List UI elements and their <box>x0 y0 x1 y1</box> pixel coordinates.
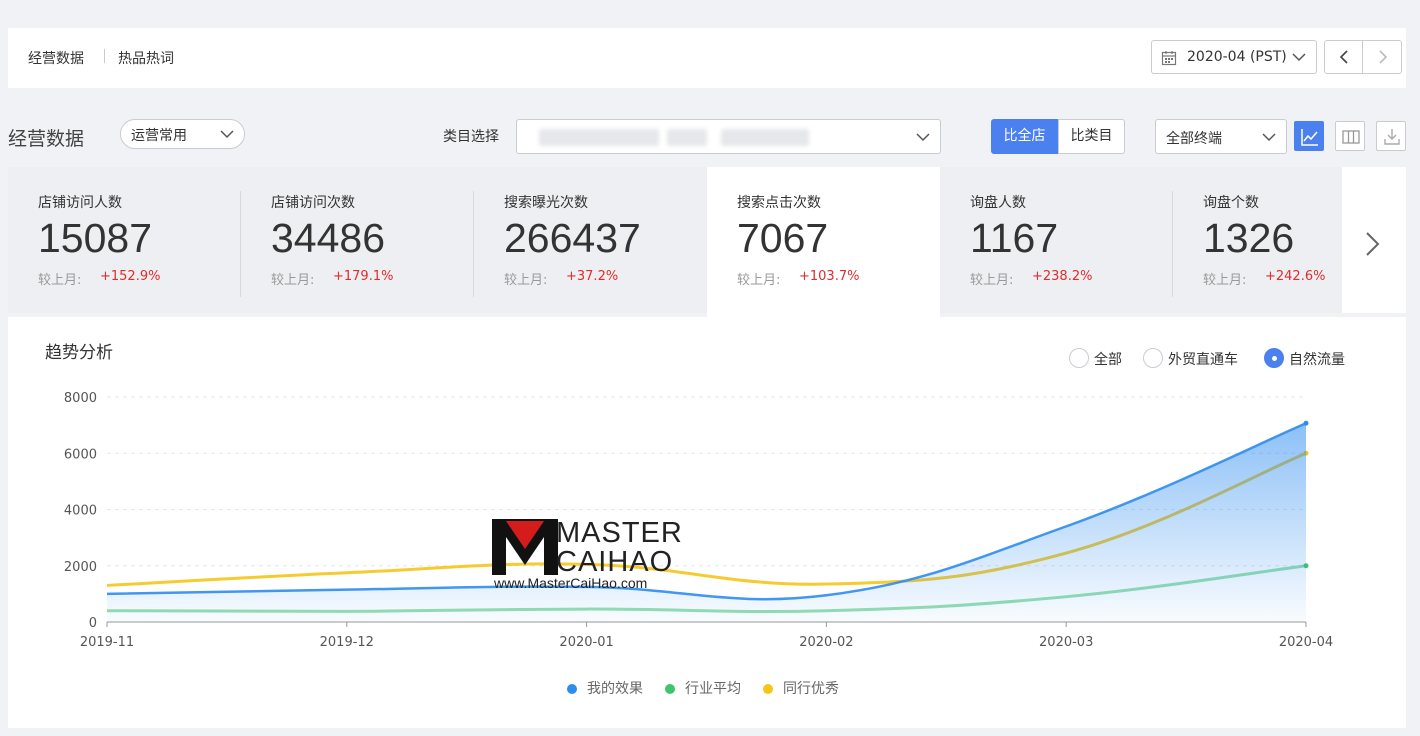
metric-card-search-clicks[interactable]: 搜索点击次数 7067 较上月: +103.7% <box>707 167 940 317</box>
calendar-icon <box>1161 51 1177 66</box>
top-bar: 经营数据 热品热词 2020-04 (PST) <box>8 28 1406 88</box>
tab-business-data[interactable]: 经营数据 <box>28 48 84 68</box>
metric-card-store-visits[interactable]: 店铺访问次数 34486 较上月: +179.1% <box>241 167 474 313</box>
metric-cards: 店铺访问人数 15087 较上月: +152.9% 店铺访问次数 34486 较… <box>8 167 1406 317</box>
prev-month-button[interactable] <box>1325 41 1363 73</box>
chevron-down-icon <box>1292 53 1306 62</box>
tab-hot-products[interactable]: 热品热词 <box>118 48 174 68</box>
legend-dot <box>665 684 675 694</box>
y-axis: 0 2000 4000 6000 8000 <box>64 391 97 631</box>
metric-compare-label: 较上月: <box>271 273 315 288</box>
chevron-right-icon <box>1366 232 1380 256</box>
metric-value: 1167 <box>970 215 1059 261</box>
terminal-select[interactable]: 全部终端 <box>1155 119 1287 154</box>
preset-value: 运营常用 <box>131 128 187 144</box>
section-title: 经营数据 <box>8 128 85 150</box>
legend-label: 行业平均 <box>685 681 741 697</box>
x-tick-label: 2020-01 <box>559 635 613 650</box>
metric-card-search-impressions[interactable]: 搜索曝光次数 266437 较上月: +37.2% <box>474 167 707 313</box>
metric-name: 店铺访问人数 <box>38 195 122 211</box>
trend-panel: 趋势分析 全部 外贸直通车 自然流量 0 2000 4000 6000 8000 201… <box>8 317 1406 728</box>
chevron-left-icon <box>1339 50 1348 64</box>
chevron-right-icon <box>1379 50 1388 64</box>
tab-divider <box>104 49 105 63</box>
metric-card-inquiry-count[interactable]: 询盘个数 1326 较上月: +242.6% <box>1173 167 1342 313</box>
chevron-down-icon <box>916 133 930 142</box>
line-chart-icon <box>1301 129 1318 146</box>
metric-name: 询盘人数 <box>970 195 1026 211</box>
preset-select[interactable]: 运营常用 <box>120 119 245 149</box>
y-tick-label: 4000 <box>64 504 97 519</box>
metric-compare-label: 较上月: <box>504 273 548 288</box>
next-month-button[interactable] <box>1364 41 1402 73</box>
terminal-value: 全部终端 <box>1166 131 1222 147</box>
legend-label: 我的效果 <box>587 681 643 697</box>
download-icon <box>1384 129 1400 145</box>
compare-toggle: 比全店 比类目 <box>991 119 1125 154</box>
compare-store-button[interactable]: 比全店 <box>991 119 1058 154</box>
trend-chart: 02000400060008000 2019-11 2019-12 2020-01 2… <box>64 391 1333 650</box>
metric-value: 7067 <box>737 215 829 261</box>
blurred-category-text <box>667 129 707 146</box>
compare-category-button[interactable]: 比类目 <box>1058 119 1125 154</box>
next-metrics-button[interactable] <box>1342 167 1406 313</box>
date-value: 2020-04 (PST) <box>1187 49 1287 65</box>
blurred-category-text <box>539 129 659 146</box>
chevron-down-icon <box>220 130 234 139</box>
legend-dot <box>567 684 577 694</box>
table-view-button[interactable] <box>1335 121 1365 151</box>
metric-name: 询盘个数 <box>1203 195 1259 211</box>
metric-change: +37.2% <box>566 269 619 284</box>
y-tick-label: 6000 <box>64 447 97 462</box>
metric-compare-label: 较上月: <box>1203 273 1247 288</box>
metric-value: 1326 <box>1203 215 1295 261</box>
metric-name: 搜索点击次数 <box>737 195 821 211</box>
chart-series <box>106 420 1309 622</box>
metric-change: +103.7% <box>799 269 860 284</box>
series-point-0 <box>1303 420 1309 426</box>
metric-name: 搜索曝光次数 <box>504 195 588 211</box>
x-axis: 2019-11 2019-12 2020-01 2020-02 2020-03 2020-… <box>80 621 1333 650</box>
metric-change: +242.6% <box>1265 269 1326 284</box>
metric-change: +152.9% <box>100 269 161 284</box>
metric-compare-label: 较上月: <box>38 273 82 288</box>
master-caihao-logo <box>492 519 558 575</box>
chevron-down-icon <box>1262 133 1276 142</box>
metric-compare-label: 较上月: <box>970 273 1014 288</box>
y-tick-label: 0 <box>89 616 97 631</box>
columns-icon <box>1342 130 1360 144</box>
month-pager <box>1324 40 1402 74</box>
metric-value: 34486 <box>271 215 386 261</box>
date-select[interactable]: 2020-04 (PST) <box>1151 40 1317 74</box>
watermark: MASTER CAIHAO www.MasterCaiHao.com <box>484 517 704 597</box>
x-tick-label: 2020-02 <box>799 635 853 650</box>
metric-change: +238.2% <box>1032 269 1093 284</box>
category-label: 类目选择 <box>443 129 499 145</box>
x-tick-label: 2020-03 <box>1039 635 1093 650</box>
download-button[interactable] <box>1376 121 1406 151</box>
y-tick-label: 2000 <box>64 560 97 575</box>
line-chart-view-button[interactable] <box>1294 121 1324 151</box>
category-select[interactable] <box>516 119 941 154</box>
watermark-url: www.MasterCaiHao.com <box>494 575 648 591</box>
metric-card-inquiry-users[interactable]: 询盘人数 1167 较上月: +238.2% <box>940 167 1173 313</box>
metric-value: 266437 <box>504 215 641 261</box>
metric-name: 店铺访问次数 <box>271 195 355 211</box>
y-tick-label: 8000 <box>64 391 97 406</box>
legend-label: 同行优秀 <box>783 681 839 697</box>
blurred-category-text <box>721 129 809 146</box>
x-tick-label: 2019-12 <box>320 635 374 650</box>
x-tick-label: 2019-11 <box>80 635 134 650</box>
legend-dot <box>763 684 773 694</box>
metric-value: 15087 <box>38 215 153 261</box>
metric-card-store-visitors[interactable]: 店铺访问人数 15087 较上月: +152.9% <box>8 167 241 313</box>
metric-change: +179.1% <box>333 269 394 284</box>
metric-compare-label: 较上月: <box>737 273 781 288</box>
x-tick-label: 2020-04 <box>1279 635 1333 650</box>
